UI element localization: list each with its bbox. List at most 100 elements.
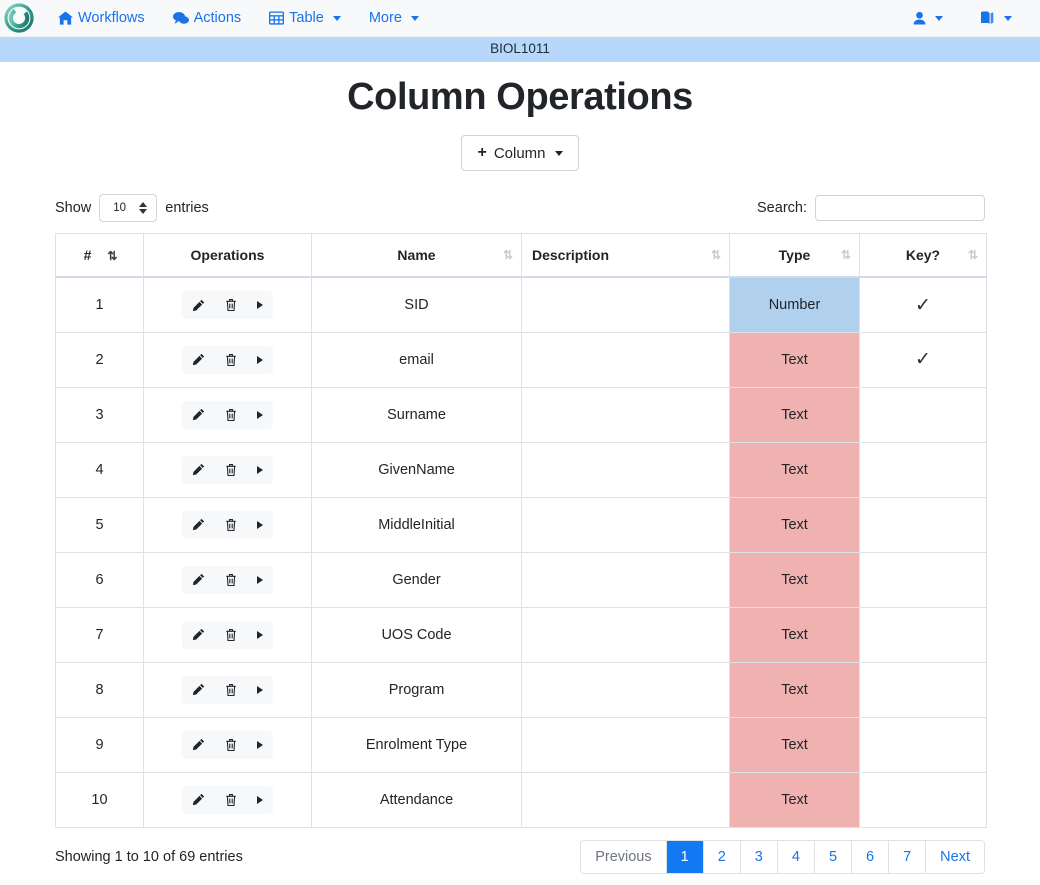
th-type[interactable]: Type ⇅ [729, 233, 860, 279]
cell-key: ✓ [859, 331, 987, 388]
ontask-circle-logo-icon[interactable] [3, 3, 34, 34]
search-control: Search: [757, 195, 985, 221]
pagination: Previous 1 2 3 4 5 6 7 Next [580, 839, 985, 874]
th-key[interactable]: Key? ⇅ [859, 233, 987, 279]
operations-button-group [182, 455, 273, 484]
edit-column-button[interactable] [182, 401, 215, 429]
delete-column-button[interactable] [215, 676, 247, 704]
edit-column-button[interactable] [182, 786, 215, 814]
cell-row-number[interactable]: 3 [55, 386, 144, 443]
table-row[interactable]: 2 email Text ✓ [55, 331, 987, 388]
select-spinner-icon [139, 202, 148, 214]
caret-right-icon [257, 630, 263, 639]
nav-item-user-menu[interactable] [897, 5, 959, 31]
table-row[interactable]: 1 SID Number ✓ [55, 276, 987, 333]
page-button-7[interactable]: 7 [889, 840, 927, 873]
edit-column-button[interactable] [182, 676, 215, 704]
table-row[interactable]: 6 Gender Text [55, 551, 987, 608]
more-operations-button[interactable] [247, 566, 273, 594]
more-operations-button[interactable] [247, 346, 273, 374]
table-row[interactable]: 8 Program Text [55, 661, 987, 718]
top-navbar: Workflows Actions Table More [0, 0, 1040, 37]
cell-row-number[interactable]: 10 [55, 771, 144, 828]
more-operations-button[interactable] [247, 676, 273, 704]
operations-button-group [182, 345, 273, 374]
delete-column-button[interactable] [215, 621, 247, 649]
delete-column-button[interactable] [215, 731, 247, 759]
page-button-2[interactable]: 2 [703, 840, 741, 873]
chevron-down-icon [935, 15, 943, 21]
nav-item-more[interactable]: More [355, 4, 433, 32]
delete-column-button[interactable] [215, 346, 247, 374]
nav-item-table[interactable]: Table [255, 4, 355, 32]
delete-column-button[interactable] [215, 786, 247, 814]
operations-button-group [182, 565, 273, 594]
page-button-previous: Previous [581, 840, 667, 873]
table-row[interactable]: 5 MiddleInitial Text [55, 496, 987, 553]
more-operations-button[interactable] [247, 511, 273, 539]
th-operations[interactable]: Operations [143, 233, 312, 279]
edit-column-button[interactable] [182, 346, 215, 374]
more-operations-button[interactable] [247, 731, 273, 759]
more-operations-button[interactable] [247, 621, 273, 649]
edit-column-button[interactable] [182, 621, 215, 649]
nav-item-actions[interactable]: Actions [159, 4, 256, 32]
cell-row-number[interactable]: 2 [55, 331, 144, 388]
delete-column-button[interactable] [215, 511, 247, 539]
page-button-6[interactable]: 6 [852, 840, 890, 873]
cell-operations [143, 496, 312, 553]
cell-row-number[interactable]: 4 [55, 441, 144, 498]
nav-item-workflows[interactable]: Workflows [44, 4, 159, 32]
add-column-button[interactable]: + Column [461, 135, 579, 171]
page-button-3[interactable]: 3 [740, 840, 778, 873]
cell-key [859, 441, 987, 498]
cell-row-number[interactable]: 8 [55, 661, 144, 718]
plus-icon: + [477, 144, 487, 161]
th-number[interactable]: # ⇅ [55, 233, 144, 279]
table-row[interactable]: 10 Attendance Text [55, 771, 987, 828]
delete-column-button[interactable] [215, 456, 247, 484]
delete-column-button[interactable] [215, 401, 247, 429]
cell-row-number[interactable]: 6 [55, 551, 144, 608]
th-name[interactable]: Name ⇅ [311, 233, 522, 279]
cell-description [521, 606, 730, 663]
edit-column-button[interactable] [182, 291, 215, 319]
more-operations-button[interactable] [247, 291, 273, 319]
delete-column-button[interactable] [215, 291, 247, 319]
page-button-5[interactable]: 5 [814, 840, 853, 873]
edit-column-button[interactable] [182, 511, 215, 539]
check-icon: ✓ [915, 294, 931, 316]
operations-button-group [182, 785, 273, 814]
cell-row-number[interactable]: 9 [55, 716, 144, 773]
table-row[interactable]: 9 Enrolment Type Text [55, 716, 987, 773]
edit-column-button[interactable] [182, 731, 215, 759]
edit-column-button[interactable] [182, 456, 215, 484]
page-button-4[interactable]: 4 [777, 840, 815, 873]
cell-row-number[interactable]: 7 [55, 606, 144, 663]
nav-item-book-menu[interactable] [963, 5, 1028, 31]
edit-column-button[interactable] [182, 566, 215, 594]
more-operations-button[interactable] [247, 401, 273, 429]
cell-type: Number [729, 276, 860, 333]
table-row[interactable]: 7 UOS Code Text [55, 606, 987, 663]
th-description[interactable]: Description ⇅ [521, 233, 730, 279]
cell-key [859, 606, 987, 663]
user-icon [913, 11, 926, 25]
cell-description [521, 331, 730, 388]
page-length-select[interactable]: 10 [99, 194, 158, 222]
page-button-next[interactable]: Next [926, 840, 984, 873]
more-operations-button[interactable] [247, 786, 273, 814]
page-button-1[interactable]: 1 [666, 840, 704, 873]
chevron-down-icon [554, 150, 563, 156]
entries-label: entries [165, 200, 209, 216]
table-row[interactable]: 4 GivenName Text [55, 441, 987, 498]
delete-column-button[interactable] [215, 566, 247, 594]
search-input[interactable] [815, 195, 985, 221]
nav-label-more: More [368, 10, 402, 26]
cell-row-number[interactable]: 5 [55, 496, 144, 553]
cell-type: Text [729, 441, 860, 498]
table-row[interactable]: 3 Surname Text [55, 386, 987, 443]
cell-row-number[interactable]: 1 [55, 276, 144, 333]
more-operations-button[interactable] [247, 456, 273, 484]
cell-key [859, 661, 987, 718]
